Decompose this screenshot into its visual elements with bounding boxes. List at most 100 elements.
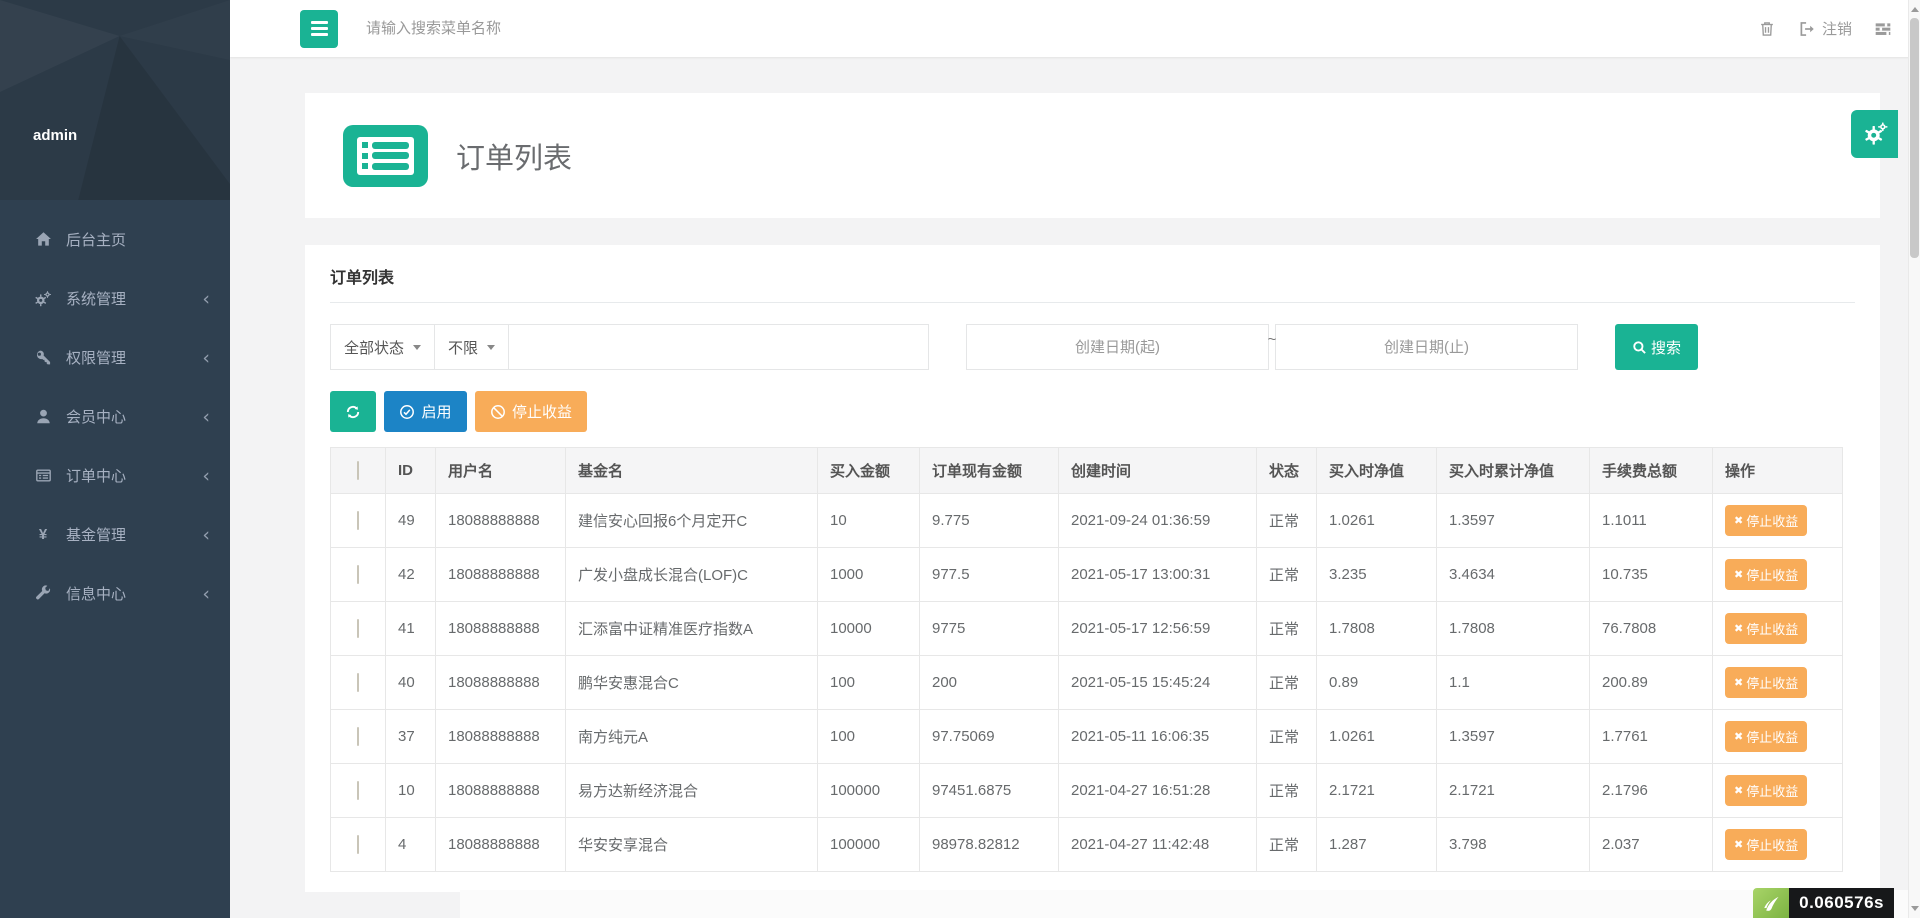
scroll-up-arrow-icon[interactable] — [1911, 7, 1919, 12]
stop-profit-button[interactable]: 停止收益 — [475, 391, 587, 432]
x-icon: ✖ — [1734, 676, 1743, 689]
logout-link[interactable]: 注销 — [1798, 18, 1852, 39]
topbar: 注销 — [230, 0, 1920, 57]
cell-nav: 1.0261 — [1317, 494, 1437, 548]
cell-action: ✖停止收益 — [1713, 494, 1843, 548]
trace-time[interactable]: 0.060576s — [1789, 888, 1894, 918]
status-filter-dropdown[interactable]: 全部状态 — [330, 324, 435, 370]
table-row: 1018088888888易方达新经济混合10000097451.6875202… — [331, 764, 1843, 818]
table-row: 418088888888华安安享混合10000098978.828122021-… — [331, 818, 1843, 872]
cell-nav: 1.287 — [1317, 818, 1437, 872]
row-checkbox[interactable] — [357, 673, 359, 692]
menu-search-input[interactable] — [366, 20, 686, 37]
row-checkbox[interactable] — [357, 619, 359, 638]
sidebar-item-6[interactable]: ¥基金管理‹ — [0, 505, 230, 564]
sidebar-item-2[interactable]: 系统管理 ‹ — [0, 269, 230, 328]
column-header-7: 状态 — [1257, 448, 1317, 494]
sidebar-item-label: 系统管理 — [66, 288, 126, 309]
scrollbar-thumb[interactable] — [1910, 18, 1919, 258]
range-filter-dropdown[interactable]: 不限 — [434, 324, 509, 370]
cell-action: ✖停止收益 — [1713, 548, 1843, 602]
date-to-input[interactable] — [1275, 324, 1578, 370]
sidebar-item-4[interactable]: 会员中心‹ — [0, 387, 230, 446]
row-checkbox[interactable] — [357, 835, 359, 854]
cell-id: 42 — [386, 548, 436, 602]
row-checkbox-cell — [331, 656, 386, 710]
x-icon: ✖ — [1734, 730, 1743, 743]
stop-profit-row-button[interactable]: ✖停止收益 — [1725, 721, 1807, 752]
cell-current_amount: 97.75069 — [920, 710, 1059, 764]
search-button[interactable]: 搜索 — [1615, 324, 1698, 370]
cell-buy_amount: 100000 — [818, 818, 920, 872]
cell-acc_nav: 1.3597 — [1437, 494, 1590, 548]
sidebar-nav: 后台主页系统管理‹权限管理‹会员中心‹订单中心‹¥基金管理‹信息中心‹ — [0, 200, 230, 623]
table-row: 4218088888888广发小盘成长混合(LOF)C1000977.52021… — [331, 548, 1843, 602]
enable-button[interactable]: 启用 — [384, 391, 467, 432]
cell-status: 正常 — [1257, 494, 1317, 548]
table-row: 4918088888888建信安心回报6个月定开C109.7752021-09-… — [331, 494, 1843, 548]
date-range-separator: ~ — [1266, 331, 1278, 348]
keyword-input[interactable] — [508, 324, 929, 370]
stop-profit-row-button[interactable]: ✖停止收益 — [1725, 559, 1807, 590]
stop-profit-row-button[interactable]: ✖停止收益 — [1725, 505, 1807, 536]
cell-acc_nav: 1.1 — [1437, 656, 1590, 710]
cell-id: 41 — [386, 602, 436, 656]
cell-fund: 广发小盘成长混合(LOF)C — [566, 548, 818, 602]
trace-widget: 0.060576s — [1753, 888, 1894, 918]
table-row: 3718088888888南方纯元A10097.750692021-05-11 … — [331, 710, 1843, 764]
sidebar-item-1[interactable]: 后台主页 — [0, 210, 230, 269]
stop-profit-row-label: 停止收益 — [1746, 511, 1798, 530]
table-row: 4018088888888鹏华安惠混合C1002002021-05-15 15:… — [331, 656, 1843, 710]
refresh-button[interactable] — [330, 391, 376, 432]
cell-fund: 鹏华安惠混合C — [566, 656, 818, 710]
cell-fee: 76.7808 — [1590, 602, 1713, 656]
sidebar-item-3[interactable]: 权限管理‹ — [0, 328, 230, 387]
cell-created_at: 2021-05-11 16:06:35 — [1059, 710, 1257, 764]
chevron-left-icon: ‹ — [202, 292, 210, 306]
x-icon: ✖ — [1734, 568, 1743, 581]
row-checkbox[interactable] — [357, 727, 359, 746]
chevron-left-icon: ‹ — [202, 410, 210, 424]
sidebar-item-label: 基金管理 — [66, 524, 126, 545]
sidebar-item-7[interactable]: 信息中心‹ — [0, 564, 230, 623]
stop-profit-row-button[interactable]: ✖停止收益 — [1725, 613, 1807, 644]
cell-username: 18088888888 — [436, 548, 566, 602]
stop-profit-row-button[interactable]: ✖停止收益 — [1725, 667, 1807, 698]
sidebar-item-label: 权限管理 — [66, 347, 126, 368]
column-header-5: 订单现有金额 — [920, 448, 1059, 494]
cell-status: 正常 — [1257, 764, 1317, 818]
sidebar-item-5[interactable]: 订单中心‹ — [0, 446, 230, 505]
row-checkbox[interactable] — [357, 511, 359, 530]
logout-label: 注销 — [1822, 18, 1852, 39]
cell-buy_amount: 100 — [818, 710, 920, 764]
scrollbar[interactable] — [1908, 0, 1920, 918]
x-icon: ✖ — [1734, 784, 1743, 797]
select-all-header-cell — [331, 448, 386, 494]
row-checkbox[interactable] — [357, 781, 359, 800]
row-checkbox[interactable] — [357, 565, 359, 584]
scroll-down-arrow-icon[interactable] — [1911, 906, 1919, 911]
stop-profit-row-button[interactable]: ✖停止收益 — [1725, 829, 1807, 860]
cell-username: 18088888888 — [436, 764, 566, 818]
cell-action: ✖停止收益 — [1713, 818, 1843, 872]
cell-created_at: 2021-09-24 01:36:59 — [1059, 494, 1257, 548]
tasks-icon[interactable] — [1874, 20, 1892, 38]
trash-icon[interactable] — [1758, 20, 1776, 38]
search-button-label: 搜索 — [1651, 337, 1681, 358]
column-header-2: 用户名 — [436, 448, 566, 494]
cell-username: 18088888888 — [436, 818, 566, 872]
sidebar-toggle-button[interactable] — [300, 10, 338, 48]
cell-fund: 汇添富中证精准医疗指数A — [566, 602, 818, 656]
sidebar: admin 后台主页系统管理‹权限管理‹会员中心‹订单中心‹¥基金管理‹信息中心… — [0, 0, 230, 918]
cell-buy_amount: 100 — [818, 656, 920, 710]
select-all-checkbox[interactable] — [357, 461, 359, 480]
order-list-icon — [343, 125, 428, 187]
settings-gear-button[interactable] — [1851, 110, 1898, 158]
date-from-input[interactable] — [966, 324, 1269, 370]
thinkphp-flame-icon[interactable] — [1753, 888, 1789, 918]
stop-profit-row-button[interactable]: ✖停止收益 — [1725, 775, 1807, 806]
home-icon — [33, 231, 53, 248]
cell-current_amount: 9.775 — [920, 494, 1059, 548]
cell-action: ✖停止收益 — [1713, 710, 1843, 764]
toolbar: 启用 停止收益 — [330, 391, 1855, 432]
